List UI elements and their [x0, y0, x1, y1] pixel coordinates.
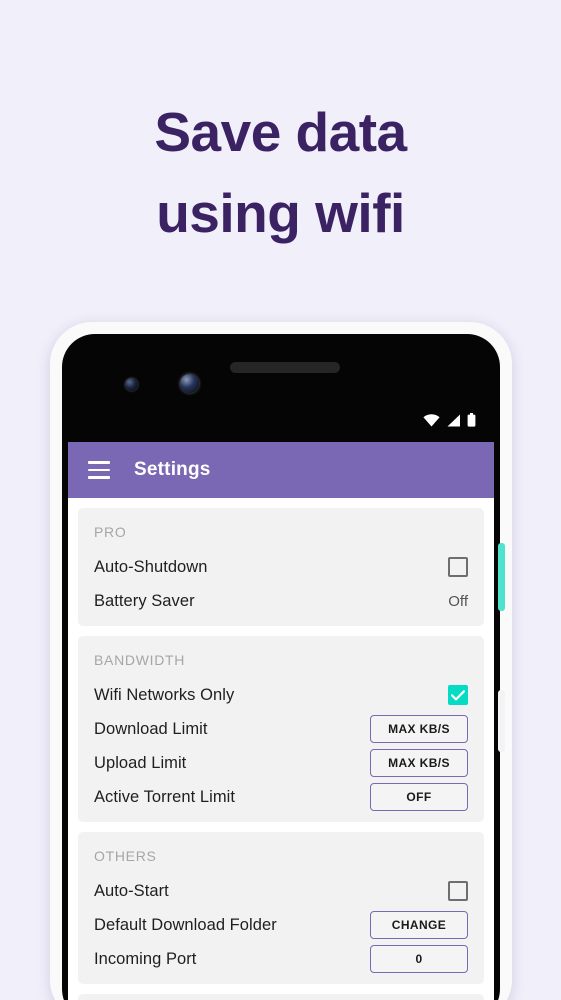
settings-list: PRO Auto-Shutdown Battery Saver Off BAND…: [68, 498, 494, 1000]
volume-button[interactable]: [498, 690, 505, 752]
section-header: PRO: [94, 524, 127, 540]
settings-section-pro: PRO Auto-Shutdown Battery Saver Off: [78, 508, 484, 626]
phone-screen: Settings PRO Auto-Shutdown Battery Saver…: [68, 442, 494, 1000]
setting-label: Download Limit: [94, 719, 208, 738]
setting-row-auto-start[interactable]: Auto-Start: [94, 874, 468, 908]
section-header: BANDWIDTH: [94, 652, 186, 668]
battery-icon: [467, 413, 476, 427]
front-camera-secondary-icon: [125, 378, 138, 391]
app-bar-title: Settings: [134, 459, 211, 480]
setting-label: Active Torrent Limit: [94, 787, 235, 806]
settings-section-bandwidth: BANDWIDTH Wifi Networks Only Download Li…: [78, 636, 484, 822]
auto-shutdown-checkbox[interactable]: [448, 557, 468, 577]
wifi-networks-only-checkbox[interactable]: [448, 685, 468, 705]
setting-label: Wifi Networks Only: [94, 685, 235, 704]
headline-line-2: using wifi: [156, 182, 405, 245]
app-bar: Settings: [68, 442, 494, 498]
setting-row-wifi-networks-only[interactable]: Wifi Networks Only: [94, 678, 468, 712]
checkmark-icon: [451, 689, 465, 700]
earpiece-speaker: [230, 362, 340, 373]
settings-section-others: OTHERS Auto-Start Default Download Folde…: [78, 832, 484, 984]
change-folder-button[interactable]: CHANGE: [370, 911, 468, 939]
download-limit-button[interactable]: MAX KB/S: [370, 715, 468, 743]
setting-row-upload-limit[interactable]: Upload Limit MAX KB/S: [94, 746, 468, 780]
setting-row-auto-shutdown[interactable]: Auto-Shutdown: [94, 550, 468, 584]
setting-row-default-download-folder[interactable]: Default Download Folder CHANGE: [94, 908, 468, 942]
active-torrent-limit-button[interactable]: OFF: [370, 783, 468, 811]
setting-label: Incoming Port: [94, 949, 197, 968]
headline-line-1: Save data: [154, 101, 407, 163]
hamburger-menu-icon[interactable]: [88, 461, 110, 479]
page-title: Save data using wifi: [0, 92, 561, 255]
setting-label: Auto-Shutdown: [94, 557, 208, 576]
section-header: OTHERS: [94, 848, 157, 864]
setting-label: Battery Saver: [94, 591, 195, 610]
power-button[interactable]: [498, 543, 505, 611]
setting-row-battery-saver[interactable]: Battery Saver Off: [94, 584, 468, 618]
cellular-signal-icon: [446, 414, 461, 427]
battery-saver-value: Off: [448, 592, 468, 610]
incoming-port-button[interactable]: 0: [370, 945, 468, 973]
setting-label: Upload Limit: [94, 753, 187, 772]
setting-row-active-torrent-limit[interactable]: Active Torrent Limit OFF: [94, 780, 468, 814]
setting-row-download-limit[interactable]: Download Limit MAX KB/S: [94, 712, 468, 746]
settings-section-video: VIDEO: [78, 994, 484, 1000]
upload-limit-button[interactable]: MAX KB/S: [370, 749, 468, 777]
auto-start-checkbox[interactable]: [448, 881, 468, 901]
setting-label: Default Download Folder: [94, 915, 277, 934]
setting-row-incoming-port[interactable]: Incoming Port 0: [94, 942, 468, 976]
front-camera-primary-icon: [180, 374, 199, 393]
status-bar: [68, 398, 494, 442]
wifi-icon: [423, 413, 440, 427]
setting-label: Auto-Start: [94, 881, 169, 900]
